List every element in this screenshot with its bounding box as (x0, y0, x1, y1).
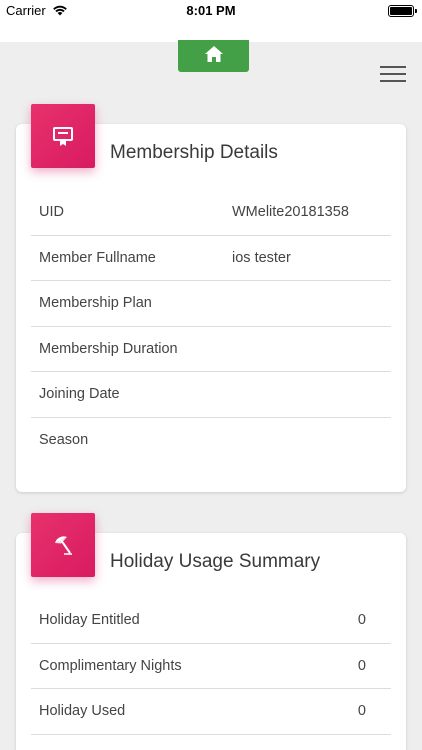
membership-details-title: Membership Details (110, 142, 278, 163)
row-value: 0 (357, 703, 366, 720)
list-item: Membership Duration (31, 327, 391, 372)
row-label: Member Fullname (39, 249, 156, 266)
holiday-usage-title: Holiday Usage Summary (110, 551, 321, 572)
row-label: Membership Plan (39, 295, 152, 312)
list-item: Holiday Used 0 (31, 689, 391, 735)
list-item: Joining Date (31, 372, 391, 418)
beach-umbrella-icon (31, 513, 95, 577)
list-item: Membership Plan (31, 281, 391, 327)
list-item: Complimentary Nights 0 (31, 644, 391, 689)
row-label: UID (39, 204, 64, 221)
row-label: Complimentary Nights (39, 657, 182, 674)
home-button[interactable] (178, 40, 249, 72)
row-value: 0 (357, 612, 366, 629)
list-item: UID WMelite20181358 (31, 190, 391, 236)
membership-details-list: UID WMelite20181358 Member Fullname ios … (31, 190, 391, 463)
row-value: WMelite20181358 (232, 204, 349, 221)
row-value: 0 (357, 657, 366, 674)
battery-icon (388, 5, 417, 17)
holiday-usage-list: Holiday Entitled 0 Complimentary Nights … (31, 598, 391, 735)
row-value: ios tester (232, 249, 291, 266)
status-time: 8:01 PM (186, 3, 236, 18)
list-item: Holiday Entitled 0 (31, 598, 391, 644)
holiday-usage-card: Holiday Usage Summary Holiday Entitled 0… (16, 513, 406, 750)
hamburger-menu-icon (380, 66, 406, 68)
status-bar: Carrier 8:01 PM (0, 0, 422, 22)
row-label: Membership Duration (39, 340, 178, 357)
row-label: Holiday Entitled (39, 612, 140, 629)
membership-details-card: Membership Details UID WMelite20181358 M… (16, 104, 406, 492)
home-icon (204, 45, 224, 68)
membership-card-icon (31, 104, 95, 168)
list-item: Member Fullname ios tester (31, 236, 391, 281)
menu-button[interactable] (380, 66, 406, 82)
row-label: Season (39, 432, 89, 449)
list-item: Season (31, 418, 391, 464)
row-label: Joining Date (39, 386, 120, 403)
header-bar (0, 22, 422, 42)
row-label: Holiday Used (39, 703, 126, 720)
